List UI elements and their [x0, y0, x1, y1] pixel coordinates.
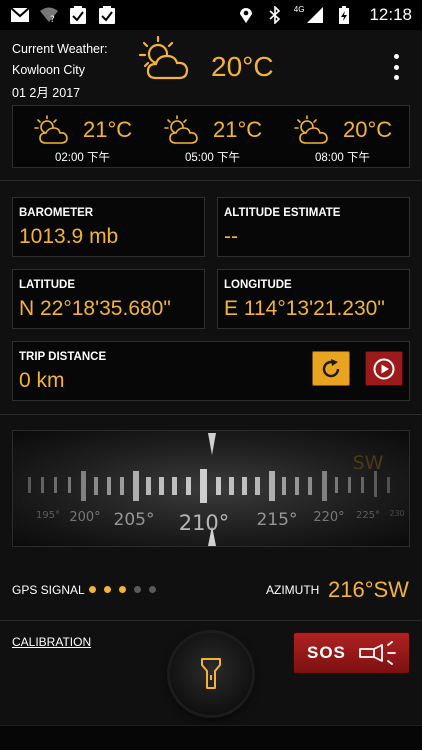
clock: 12:18	[369, 5, 412, 24]
gps-signal-label: GPS SIGNAL	[12, 583, 85, 597]
location-icon	[239, 8, 252, 23]
gmail-icon	[10, 7, 30, 22]
latitude-value: N 22°18'35.680"	[19, 297, 171, 320]
barometer-value: 1013.9 mb	[19, 225, 119, 248]
wifi-question-icon: ?	[40, 7, 58, 24]
compass-tick-label: 210°	[179, 511, 230, 535]
compass-tick-label: 220°	[313, 510, 344, 525]
partly-cloudy-icon	[34, 115, 68, 144]
altitude-label: ALTITUDE ESTIMATE	[224, 207, 341, 219]
divider	[0, 620, 422, 621]
partly-cloudy-icon	[294, 115, 328, 144]
longitude-tile: LONGITUDE E 114°13'21.230"	[217, 269, 410, 329]
calibration-link[interactable]: CALIBRATION	[12, 635, 91, 649]
bluetooth-icon	[269, 6, 280, 24]
forecast-item: 21°C 02:00 下午	[13, 106, 143, 169]
compass-tick-label: 200°	[69, 510, 100, 525]
flashlight-button[interactable]	[170, 633, 252, 715]
weather-date: 01 2月 2017	[12, 86, 81, 100]
start-trip-button[interactable]	[365, 351, 403, 386]
status-bar: ? 4G 12:18	[0, 0, 422, 30]
divider	[0, 180, 422, 181]
bottom-bar	[0, 725, 422, 750]
current-weather-label: Current Weather:	[12, 42, 108, 56]
compass-direction-label: SW	[353, 452, 384, 474]
trip-distance-tile: TRIP DISTANCE 0 km	[12, 341, 410, 401]
barometer-tile: BAROMETER 1013.9 mb	[12, 197, 205, 257]
compass-scale: 195° 200° 205° 210° 215° 220° 225° 230 S…	[28, 433, 405, 546]
sos-button[interactable]: SOS	[293, 632, 410, 674]
forecast-time: 05:00 下午	[185, 152, 240, 164]
forecast-panel: 21°C 02:00 下午 21°C 05:00 下午 20°C 08:00 下…	[12, 105, 410, 168]
current-temperature: 20°C	[211, 51, 274, 82]
gps-signal-dot	[119, 586, 126, 593]
sos-flashlight-icon	[359, 641, 396, 665]
forecast-item: 20°C 08:00 下午	[273, 106, 403, 169]
signal-icon	[307, 7, 324, 23]
compass-tick-label: 205°	[114, 510, 155, 530]
network-type-label: 4G	[293, 4, 305, 14]
forecast-item: 21°C 05:00 下午	[143, 106, 273, 169]
gps-signal-dot	[134, 586, 141, 593]
compass-tick-label: 225°	[356, 510, 380, 521]
compass-strip: 195° 200° 205° 210° 215° 220° 225° 230 S…	[12, 430, 410, 547]
trip-distance-value: 0 km	[19, 369, 65, 392]
azimuth-label: AZIMUTH	[266, 583, 320, 597]
play-icon	[373, 358, 395, 379]
gps-signal-dot	[149, 586, 156, 593]
clipboard-check-icon	[99, 6, 115, 24]
forecast-temp: 20°C	[343, 117, 393, 142]
longitude-label: LONGITUDE	[224, 279, 292, 291]
sos-label: SOS	[307, 643, 346, 662]
azimuth-value: 216°SW	[328, 577, 409, 602]
longitude-value: E 114°13'21.230"	[224, 297, 385, 320]
battery-charging-icon	[339, 6, 350, 24]
compass-tick-label: 230	[389, 509, 404, 518]
city-name: Kowloon City	[12, 63, 85, 77]
partly-cloudy-icon	[138, 35, 189, 80]
forecast-temp: 21°C	[83, 117, 133, 142]
latitude-tile: LATITUDE N 22°18'35.680"	[12, 269, 205, 329]
reset-trip-button[interactable]	[312, 351, 350, 386]
compass-pointer-top	[208, 433, 216, 455]
partly-cloudy-icon	[164, 115, 198, 144]
latitude-label: LATITUDE	[19, 279, 76, 291]
svg-text:?: ?	[50, 15, 55, 24]
overflow-menu-icon[interactable]	[389, 54, 403, 80]
forecast-time: 02:00 下午	[55, 152, 110, 164]
compass-tick-label: 195°	[36, 510, 60, 521]
trip-distance-label: TRIP DISTANCE	[19, 351, 107, 363]
altitude-tile: ALTITUDE ESTIMATE --	[217, 197, 410, 257]
flashlight-icon	[201, 658, 221, 689]
compass-tick-label: 215°	[257, 510, 298, 530]
altitude-value: --	[224, 225, 238, 248]
clipboard-check-icon	[70, 6, 86, 24]
gps-signal-dot	[104, 586, 111, 593]
forecast-time: 08:00 下午	[315, 152, 370, 164]
gps-signal-dot	[89, 586, 96, 593]
forecast-temp: 21°C	[213, 117, 263, 142]
gps-signal-indicator	[89, 586, 156, 593]
barometer-label: BAROMETER	[19, 207, 94, 219]
divider	[0, 414, 422, 415]
refresh-icon	[322, 358, 340, 377]
